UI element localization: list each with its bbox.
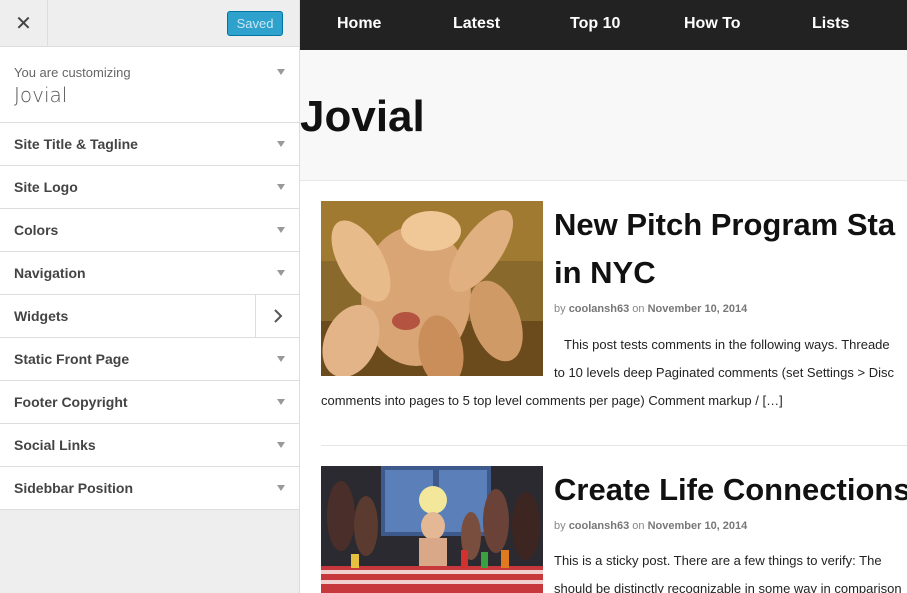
post-divider	[321, 445, 907, 446]
section-label: Colors	[14, 222, 59, 238]
close-icon: ✕	[15, 11, 32, 35]
section-label: Sidebbar Position	[14, 480, 134, 496]
site-preview: Home Latest Top 10 How To Lists Jovial N…	[300, 0, 907, 593]
caret-down-icon	[277, 356, 285, 362]
post-title[interactable]: New Pitch Program Sta	[554, 201, 907, 249]
theme-name: Jovial	[14, 83, 68, 107]
post-author[interactable]: coolansh63	[569, 520, 630, 532]
theme-info-panel[interactable]: You are customizing Jovial	[0, 47, 299, 123]
section-label: Widgets	[14, 308, 69, 324]
meta-on: on	[632, 520, 645, 532]
post-excerpt-line: comments into pages to 5 top level comme…	[321, 393, 783, 408]
post-title[interactable]: Create Life Connections	[554, 466, 907, 514]
post-title-line2[interactable]: in NYC	[554, 249, 907, 297]
caret-down-icon	[277, 141, 285, 147]
caret-down-icon	[277, 184, 285, 190]
section-label: Social Links	[14, 437, 96, 453]
section-label: Static Front Page	[14, 351, 130, 367]
caret-down-icon	[277, 270, 285, 276]
nav-item-latest[interactable]: Latest	[453, 15, 500, 33]
section-label: Site Title & Tagline	[14, 136, 138, 152]
saved-button[interactable]: Saved	[227, 11, 283, 36]
main-navigation: Home Latest Top 10 How To Lists	[300, 0, 907, 50]
customizing-label: You are customizing	[14, 65, 131, 80]
section-static-front-page[interactable]: Static Front Page	[0, 338, 299, 381]
section-label: Footer Copyright	[14, 394, 128, 410]
widgets-open-button[interactable]	[255, 295, 299, 337]
section-widgets[interactable]: Widgets	[0, 295, 299, 338]
site-header: Jovial	[300, 50, 907, 181]
section-social-links[interactable]: Social Links	[0, 424, 299, 467]
caret-down-icon	[277, 485, 285, 491]
customizer-header: ✕ Saved	[0, 0, 299, 47]
nav-item-home[interactable]: Home	[337, 15, 381, 33]
section-footer-copyright[interactable]: Footer Copyright	[0, 381, 299, 424]
section-label: Site Logo	[14, 179, 78, 195]
site-title[interactable]: Jovial	[300, 92, 425, 142]
section-label: Navigation	[14, 265, 86, 281]
meta-on: on	[632, 303, 645, 315]
chevron-right-icon	[273, 309, 282, 323]
section-site-title-tagline[interactable]: Site Title & Tagline	[0, 123, 299, 166]
close-button[interactable]: ✕	[0, 0, 48, 46]
caret-down-icon	[277, 442, 285, 448]
section-navigation[interactable]: Navigation	[0, 252, 299, 295]
section-sidebar-position[interactable]: Sidebbar Position	[0, 467, 299, 510]
post-meta: by coolansh63 on November 10, 2014	[554, 303, 747, 315]
section-colors[interactable]: Colors	[0, 209, 299, 252]
post-excerpt-line: This post tests comments in the followin…	[564, 337, 890, 352]
meta-by: by	[554, 520, 566, 532]
post-thumbnail[interactable]	[321, 466, 543, 593]
post-excerpt-line: should be distinctly recognizable in som…	[554, 581, 902, 593]
post-excerpt-line: This is a sticky post. There are a few t…	[554, 553, 882, 568]
caret-down-icon	[277, 399, 285, 405]
customizer-sidebar: ✕ Saved You are customizing Jovial Site …	[0, 0, 300, 593]
caret-down-icon	[277, 69, 285, 75]
section-site-logo[interactable]: Site Logo	[0, 166, 299, 209]
post-meta: by coolansh63 on November 10, 2014	[554, 520, 747, 532]
post-thumbnail[interactable]	[321, 201, 543, 376]
post-date[interactable]: November 10, 2014	[648, 303, 748, 315]
post-thumbnail-image	[321, 201, 543, 376]
post-thumbnail-image	[321, 466, 543, 593]
nav-item-top-10[interactable]: Top 10	[570, 15, 620, 33]
post-author[interactable]: coolansh63	[569, 303, 630, 315]
post-excerpt-line: to 10 levels deep Paginated comments (se…	[554, 365, 894, 380]
meta-by: by	[554, 303, 566, 315]
post-date[interactable]: November 10, 2014	[648, 520, 748, 532]
nav-item-lists[interactable]: Lists	[812, 15, 849, 33]
caret-down-icon	[277, 227, 285, 233]
nav-item-how-to[interactable]: How To	[684, 15, 741, 33]
